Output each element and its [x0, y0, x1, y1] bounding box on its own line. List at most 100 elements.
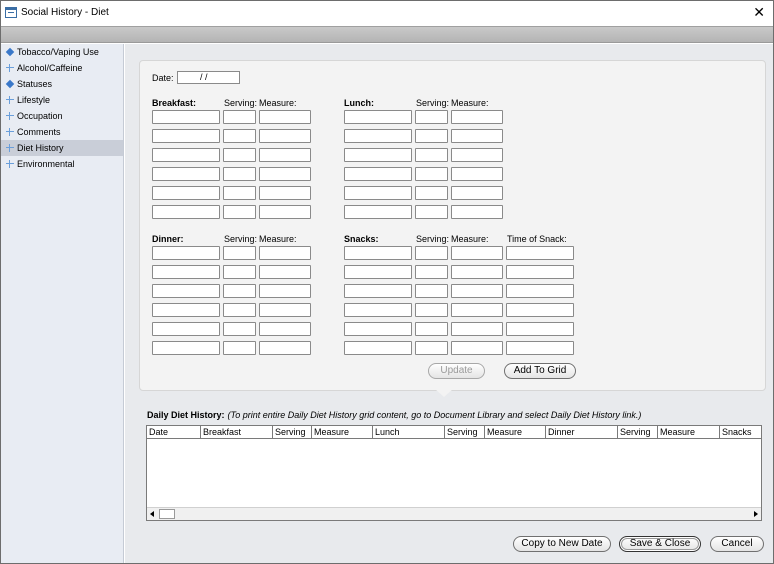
sidebar-item-tobacco[interactable]: Tobacco/Vaping Use: [1, 44, 123, 60]
dinner-measure-input[interactable]: [259, 246, 311, 260]
snack-serving-input[interactable]: [415, 303, 448, 317]
snack-item-input[interactable]: [344, 246, 412, 260]
dinner-serving-input[interactable]: [223, 341, 256, 355]
dinner-serving-input[interactable]: [223, 246, 256, 260]
dinner-measure-input[interactable]: [259, 341, 311, 355]
snack-item-input[interactable]: [344, 322, 412, 336]
sidebar-item-environmental[interactable]: Environmental: [1, 156, 123, 172]
sidebar-item-lifestyle[interactable]: Lifestyle: [1, 92, 123, 108]
lunch-serving-input[interactable]: [415, 167, 448, 181]
dinner-serving-input[interactable]: [223, 303, 256, 317]
column-header-dinner[interactable]: Dinner: [546, 426, 618, 438]
lunch-item-input[interactable]: [344, 205, 412, 219]
snack-measure-input[interactable]: [451, 341, 503, 355]
breakfast-measure-input[interactable]: [259, 110, 311, 124]
copy-to-new-date-button[interactable]: Copy to New Date: [513, 536, 611, 552]
scroll-right-icon[interactable]: [754, 511, 758, 517]
snack-item-input[interactable]: [344, 341, 412, 355]
lunch-item-input[interactable]: [344, 186, 412, 200]
date-input[interactable]: / /: [177, 71, 240, 84]
lunch-measure-input[interactable]: [451, 148, 503, 162]
breakfast-item-input[interactable]: [152, 205, 220, 219]
update-button[interactable]: Update: [428, 363, 485, 379]
breakfast-measure-input[interactable]: [259, 148, 311, 162]
snack-measure-input[interactable]: [451, 246, 503, 260]
snack-serving-input[interactable]: [415, 341, 448, 355]
sidebar-item-diet-history[interactable]: Diet History: [1, 140, 123, 156]
lunch-measure-input[interactable]: [451, 205, 503, 219]
breakfast-item-input[interactable]: [152, 110, 220, 124]
column-header-serving[interactable]: Serving: [618, 426, 658, 438]
breakfast-serving-input[interactable]: [223, 167, 256, 181]
sidebar-item-statuses[interactable]: Statuses: [1, 76, 123, 92]
snack-time-input[interactable]: [506, 341, 574, 355]
column-header-lunch[interactable]: Lunch: [373, 426, 445, 438]
lunch-item-input[interactable]: [344, 129, 412, 143]
column-header-measure[interactable]: Measure: [485, 426, 546, 438]
sidebar-item-comments[interactable]: Comments: [1, 124, 123, 140]
dinner-item-input[interactable]: [152, 246, 220, 260]
lunch-serving-input[interactable]: [415, 205, 448, 219]
dinner-item-input[interactable]: [152, 341, 220, 355]
snack-item-input[interactable]: [344, 284, 412, 298]
snack-measure-input[interactable]: [451, 284, 503, 298]
breakfast-measure-input[interactable]: [259, 129, 311, 143]
breakfast-serving-input[interactable]: [223, 129, 256, 143]
scroll-left-icon[interactable]: [150, 511, 154, 517]
breakfast-serving-input[interactable]: [223, 186, 256, 200]
lunch-item-input[interactable]: [344, 148, 412, 162]
breakfast-measure-input[interactable]: [259, 205, 311, 219]
lunch-serving-input[interactable]: [415, 148, 448, 162]
snack-item-input[interactable]: [344, 265, 412, 279]
lunch-serving-input[interactable]: [415, 186, 448, 200]
breakfast-serving-input[interactable]: [223, 205, 256, 219]
column-header-snacks[interactable]: Snacks: [720, 426, 761, 438]
dinner-serving-input[interactable]: [223, 265, 256, 279]
daily-diet-history-grid[interactable]: Date Breakfast Serving Measure Lunch Ser…: [146, 425, 762, 521]
column-header-date[interactable]: Date: [147, 426, 201, 438]
column-header-measure[interactable]: Measure: [658, 426, 720, 438]
snack-measure-input[interactable]: [451, 322, 503, 336]
snack-measure-input[interactable]: [451, 303, 503, 317]
lunch-measure-input[interactable]: [451, 167, 503, 181]
sidebar-item-occupation[interactable]: Occupation: [1, 108, 123, 124]
snack-time-input[interactable]: [506, 303, 574, 317]
snack-time-input[interactable]: [506, 284, 574, 298]
close-icon[interactable]: ✕: [753, 4, 765, 20]
breakfast-measure-input[interactable]: [259, 186, 311, 200]
lunch-item-input[interactable]: [344, 110, 412, 124]
snack-serving-input[interactable]: [415, 246, 448, 260]
lunch-measure-input[interactable]: [451, 110, 503, 124]
snack-serving-input[interactable]: [415, 265, 448, 279]
dinner-measure-input[interactable]: [259, 284, 311, 298]
column-header-measure[interactable]: Measure: [312, 426, 373, 438]
breakfast-item-input[interactable]: [152, 186, 220, 200]
cancel-button[interactable]: Cancel: [710, 536, 764, 552]
lunch-item-input[interactable]: [344, 167, 412, 181]
add-to-grid-button[interactable]: Add To Grid: [504, 363, 576, 379]
breakfast-serving-input[interactable]: [223, 148, 256, 162]
snack-time-input[interactable]: [506, 322, 574, 336]
dinner-item-input[interactable]: [152, 265, 220, 279]
column-header-serving[interactable]: Serving: [445, 426, 485, 438]
scroll-thumb[interactable]: [159, 509, 175, 519]
sidebar-item-alcohol[interactable]: Alcohol/Caffeine: [1, 60, 123, 76]
lunch-measure-input[interactable]: [451, 186, 503, 200]
breakfast-item-input[interactable]: [152, 148, 220, 162]
breakfast-item-input[interactable]: [152, 167, 220, 181]
breakfast-item-input[interactable]: [152, 129, 220, 143]
breakfast-serving-input[interactable]: [223, 110, 256, 124]
dinner-serving-input[interactable]: [223, 322, 256, 336]
snack-serving-input[interactable]: [415, 322, 448, 336]
lunch-measure-input[interactable]: [451, 129, 503, 143]
dinner-item-input[interactable]: [152, 303, 220, 317]
dinner-measure-input[interactable]: [259, 303, 311, 317]
save-and-close-button[interactable]: Save & Close: [619, 536, 701, 552]
breakfast-measure-input[interactable]: [259, 167, 311, 181]
column-header-breakfast[interactable]: Breakfast: [201, 426, 273, 438]
snack-time-input[interactable]: [506, 246, 574, 260]
snack-measure-input[interactable]: [451, 265, 503, 279]
dinner-serving-input[interactable]: [223, 284, 256, 298]
horizontal-scrollbar[interactable]: [147, 507, 761, 520]
dinner-item-input[interactable]: [152, 284, 220, 298]
